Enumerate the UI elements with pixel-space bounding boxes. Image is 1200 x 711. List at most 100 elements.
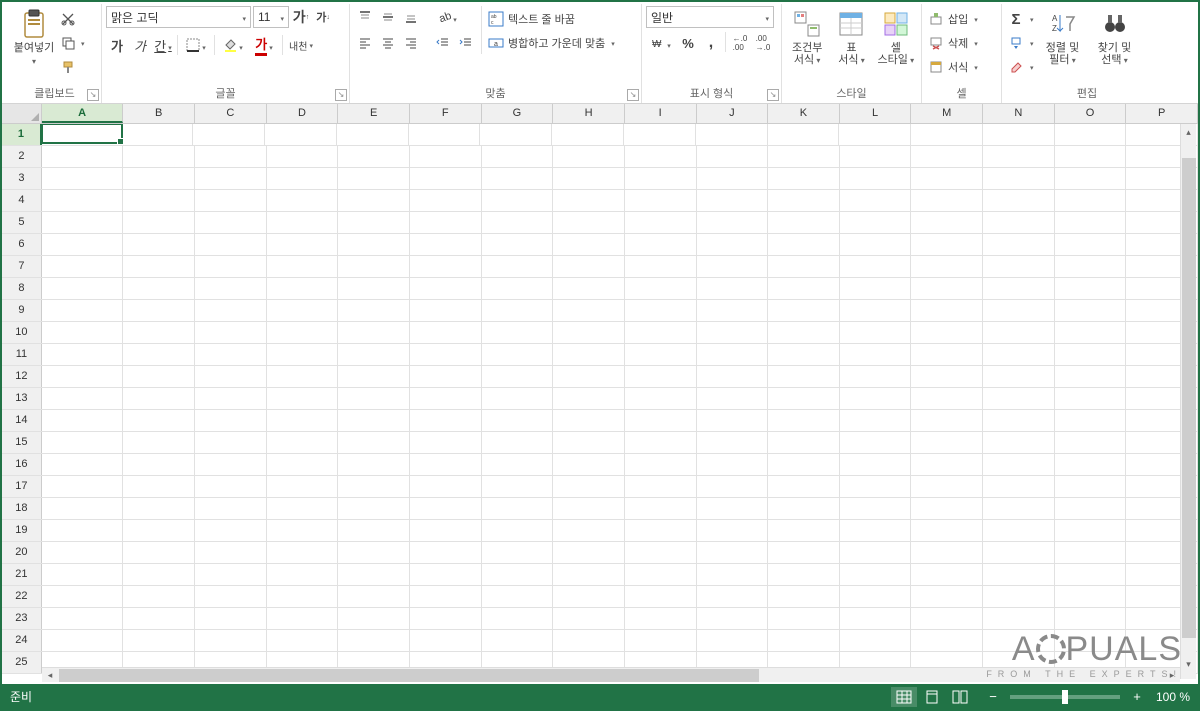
cell[interactable] — [768, 146, 840, 167]
cell[interactable] — [195, 322, 267, 343]
cell[interactable] — [840, 520, 912, 541]
cell[interactable] — [267, 476, 339, 497]
comma-button[interactable]: , — [700, 32, 722, 54]
cell[interactable] — [123, 630, 195, 651]
cell[interactable] — [911, 542, 983, 563]
cell[interactable] — [123, 322, 195, 343]
column-header-B[interactable]: B — [123, 104, 195, 123]
cell[interactable] — [410, 476, 482, 497]
increase-decimal-button[interactable]: ←.0.00 — [729, 32, 751, 54]
column-header-A[interactable]: A — [42, 104, 124, 123]
cell[interactable] — [267, 454, 339, 475]
cell[interactable] — [195, 256, 267, 277]
cell[interactable] — [267, 410, 339, 431]
cell[interactable] — [1055, 542, 1127, 563]
cell[interactable] — [840, 432, 912, 453]
cell[interactable] — [338, 542, 410, 563]
cell[interactable] — [553, 300, 625, 321]
cell[interactable] — [553, 476, 625, 497]
cell[interactable] — [267, 212, 339, 233]
cell[interactable] — [983, 454, 1055, 475]
cell[interactable] — [267, 168, 339, 189]
cell[interactable] — [1055, 168, 1127, 189]
cell[interactable] — [123, 168, 195, 189]
align-middle-button[interactable] — [377, 6, 399, 28]
percent-button[interactable]: % — [677, 32, 699, 54]
cell[interactable] — [195, 498, 267, 519]
cell[interactable] — [840, 410, 912, 431]
cell[interactable] — [1055, 366, 1127, 387]
cell[interactable] — [840, 388, 912, 409]
cell[interactable] — [625, 146, 697, 167]
cell[interactable] — [625, 234, 697, 255]
cell[interactable] — [195, 344, 267, 365]
cell[interactable] — [480, 124, 552, 145]
cell[interactable] — [338, 234, 410, 255]
row-header[interactable]: 5 — [2, 212, 42, 233]
cell[interactable] — [267, 432, 339, 453]
cell[interactable] — [482, 256, 554, 277]
cell[interactable] — [625, 498, 697, 519]
cell[interactable] — [482, 476, 554, 497]
cell[interactable] — [267, 322, 339, 343]
scroll-left-button[interactable]: ◂ — [42, 670, 58, 681]
align-top-button[interactable] — [354, 6, 376, 28]
cell[interactable] — [1055, 520, 1127, 541]
cell[interactable] — [625, 630, 697, 651]
cell[interactable] — [338, 212, 410, 233]
increase-indent-button[interactable] — [455, 32, 477, 54]
cell[interactable] — [983, 300, 1055, 321]
cell[interactable] — [123, 234, 195, 255]
cell[interactable] — [42, 322, 124, 343]
shrink-font-button[interactable]: 가↓ — [313, 6, 333, 28]
cell[interactable] — [983, 344, 1055, 365]
cell[interactable] — [983, 388, 1055, 409]
cell[interactable] — [410, 256, 482, 277]
cell[interactable] — [840, 586, 912, 607]
cell[interactable] — [553, 168, 625, 189]
cell[interactable] — [553, 542, 625, 563]
cell[interactable] — [553, 454, 625, 475]
cell[interactable] — [482, 366, 554, 387]
cell[interactable] — [123, 476, 195, 497]
cell[interactable] — [41, 124, 123, 144]
cell[interactable] — [195, 234, 267, 255]
cell[interactable] — [983, 520, 1055, 541]
copy-button[interactable] — [58, 32, 87, 54]
cell[interactable] — [697, 168, 769, 189]
cell[interactable] — [410, 300, 482, 321]
cell[interactable] — [768, 586, 840, 607]
zoom-in-button[interactable]: + — [1130, 689, 1144, 704]
cell[interactable] — [267, 608, 339, 629]
cell[interactable] — [911, 256, 983, 277]
row-header[interactable]: 24 — [2, 630, 42, 651]
cell[interactable] — [625, 432, 697, 453]
cell[interactable] — [911, 124, 983, 145]
row-header[interactable]: 16 — [2, 454, 42, 475]
cell[interactable] — [482, 454, 554, 475]
cell[interactable] — [553, 520, 625, 541]
cell[interactable] — [42, 234, 124, 255]
cell[interactable] — [625, 322, 697, 343]
horizontal-scrollbar[interactable]: ◂ ▸ — [42, 667, 1180, 682]
cell[interactable] — [123, 146, 195, 167]
cell[interactable] — [410, 520, 482, 541]
cell[interactable] — [267, 190, 339, 211]
cell[interactable] — [337, 124, 409, 145]
cell[interactable] — [983, 586, 1055, 607]
cell[interactable] — [768, 168, 840, 189]
cell[interactable] — [768, 256, 840, 277]
cell[interactable] — [553, 256, 625, 277]
row-header[interactable]: 18 — [2, 498, 42, 519]
cell[interactable] — [697, 278, 769, 299]
cell[interactable] — [410, 410, 482, 431]
cell[interactable] — [840, 256, 912, 277]
cell[interactable] — [768, 366, 840, 387]
cell[interactable] — [338, 366, 410, 387]
cell[interactable] — [410, 608, 482, 629]
fill-color-button[interactable] — [218, 34, 248, 56]
cell[interactable] — [553, 212, 625, 233]
font-color-button[interactable]: 가 — [249, 34, 279, 56]
cell[interactable] — [338, 630, 410, 651]
cell[interactable] — [195, 278, 267, 299]
